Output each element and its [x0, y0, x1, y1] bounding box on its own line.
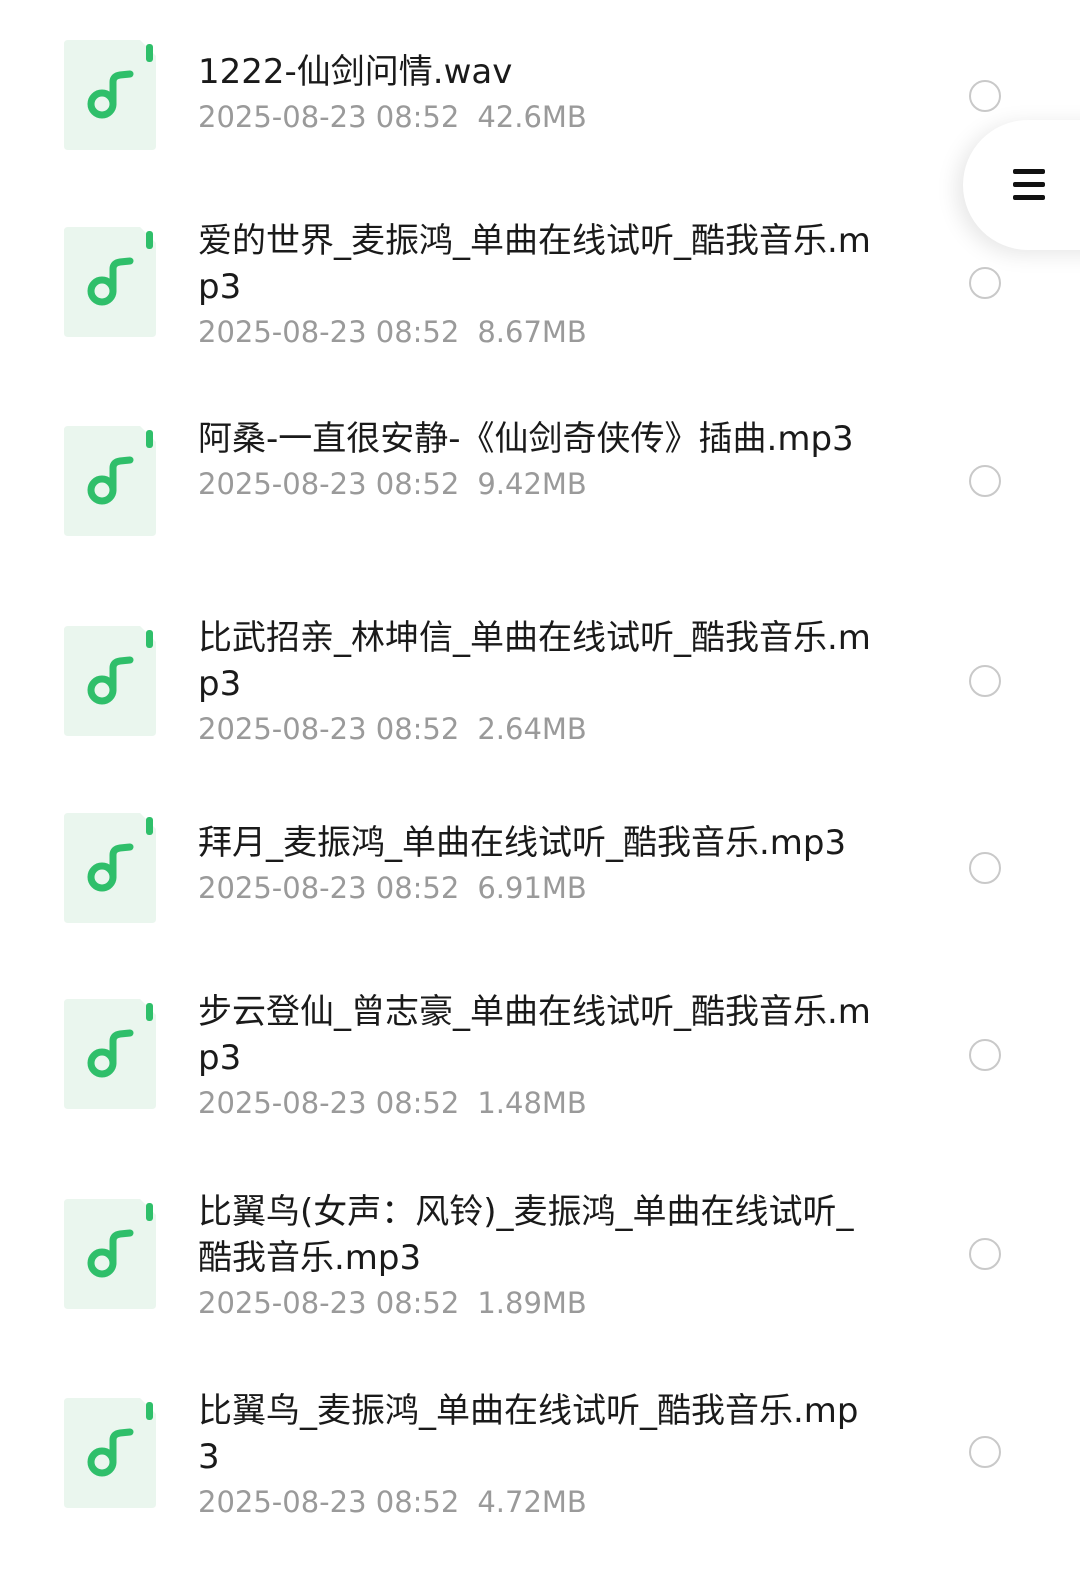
file-meta: 2025-08-23 08:52 4.72MB	[198, 1481, 878, 1523]
file-date: 2025-08-23 08:52	[198, 1086, 460, 1120]
list-item[interactable]: 步云登仙_曾志豪_单曲在线试听_酷我音乐.mp3 2025-08-23 08:5…	[0, 970, 1080, 1130]
file-text: 比武招亲_林坤信_单曲在线试听_酷我音乐.mp3 2025-08-23 08:5…	[198, 615, 878, 750]
music-note-icon	[64, 999, 156, 1109]
file-name: 拜月_麦振鸿_单曲在线试听_酷我音乐.mp3	[198, 823, 847, 863]
file-name: 比翼鸟_麦振鸿_单曲在线试听_酷我音乐.mp3	[198, 1391, 859, 1477]
list-item[interactable]: 比翼鸟_麦振鸿_单曲在线试听_酷我音乐.mp3 2025-08-23 08:52…	[0, 1370, 1080, 1530]
list-item[interactable]: 1222-仙剑问情.wav 2025-08-23 08:52 42.6MB	[0, 0, 1080, 160]
radio-unchecked-icon[interactable]	[969, 465, 1001, 497]
file-size: 8.67MB	[477, 315, 587, 349]
file-name: 比武招亲_林坤信_单曲在线试听_酷我音乐.mp3	[198, 618, 871, 704]
file-meta: 2025-08-23 08:52 1.48MB	[198, 1082, 878, 1124]
file-date: 2025-08-23 08:52	[198, 1485, 460, 1519]
file-date: 2025-08-23 08:52	[198, 467, 460, 501]
file-meta: 2025-08-23 08:52 9.42MB	[198, 463, 878, 505]
file-size: 1.89MB	[477, 1286, 587, 1320]
music-note-icon	[64, 227, 156, 337]
music-note-icon	[64, 40, 156, 150]
radio-unchecked-icon[interactable]	[969, 852, 1001, 884]
list-item[interactable]: 比武招亲_林坤信_单曲在线试听_酷我音乐.mp3 2025-08-23 08:5…	[0, 590, 1080, 750]
music-note-icon	[64, 426, 156, 536]
radio-unchecked-icon[interactable]	[969, 267, 1001, 299]
file-text: 比翼鸟_麦振鸿_单曲在线试听_酷我音乐.mp3 2025-08-23 08:52…	[198, 1388, 878, 1523]
music-note-icon	[64, 813, 156, 923]
menu-icon	[1013, 169, 1045, 201]
file-name: 1222-仙剑问情.wav	[198, 52, 513, 92]
list-item[interactable]: 阿桑-一直很安静-《仙剑奇侠传》插曲.mp3 2025-08-23 08:52 9…	[0, 390, 1080, 550]
file-meta: 2025-08-23 08:52 6.91MB	[198, 867, 878, 909]
list-item[interactable]: 比翼鸟(女声：风铃)_麦振鸿_单曲在线试听_酷我音乐.mp3 2025-08-2…	[0, 1170, 1080, 1330]
file-text: 拜月_麦振鸿_单曲在线试听_酷我音乐.mp3 2025-08-23 08:52 6…	[198, 820, 878, 909]
list-item[interactable]: 爱的世界_麦振鸿_单曲在线试听_酷我音乐.mp3 2025-08-23 08:5…	[0, 190, 1080, 350]
file-name: 阿桑-一直很安静-《仙剑奇侠传》插曲.mp3	[198, 419, 854, 459]
radio-unchecked-icon[interactable]	[969, 1436, 1001, 1468]
file-name: 爱的世界_麦振鸿_单曲在线试听_酷我音乐.mp3	[198, 221, 871, 307]
file-name: 步云登仙_曾志豪_单曲在线试听_酷我音乐.mp3	[198, 992, 871, 1078]
list-item[interactable]: 拜月_麦振鸿_单曲在线试听_酷我音乐.mp3 2025-08-23 08:52 6…	[0, 790, 1080, 950]
file-size: 1.48MB	[477, 1086, 587, 1120]
music-note-icon	[64, 626, 156, 736]
file-date: 2025-08-23 08:52	[198, 871, 460, 905]
file-text: 爱的世界_麦振鸿_单曲在线试听_酷我音乐.mp3 2025-08-23 08:5…	[198, 218, 878, 353]
file-text: 步云登仙_曾志豪_单曲在线试听_酷我音乐.mp3 2025-08-23 08:5…	[198, 989, 878, 1124]
file-name: 比翼鸟(女声：风铃)_麦振鸿_单曲在线试听_酷我音乐.mp3	[198, 1192, 854, 1278]
file-meta: 2025-08-23 08:52 42.6MB	[198, 96, 878, 138]
file-date: 2025-08-23 08:52	[198, 1286, 460, 1320]
file-date: 2025-08-23 08:52	[198, 315, 460, 349]
file-text: 1222-仙剑问情.wav 2025-08-23 08:52 42.6MB	[198, 49, 878, 138]
file-meta: 2025-08-23 08:52 1.89MB	[198, 1282, 878, 1324]
file-size: 2.64MB	[477, 712, 587, 746]
radio-unchecked-icon[interactable]	[969, 665, 1001, 697]
file-size: 42.6MB	[477, 100, 587, 134]
file-text: 比翼鸟(女声：风铃)_麦振鸿_单曲在线试听_酷我音乐.mp3 2025-08-2…	[198, 1189, 878, 1324]
music-note-icon	[64, 1398, 156, 1508]
file-size: 6.91MB	[477, 871, 587, 905]
file-date: 2025-08-23 08:52	[198, 712, 460, 746]
file-text: 阿桑-一直很安静-《仙剑奇侠传》插曲.mp3 2025-08-23 08:52 9…	[198, 416, 878, 505]
radio-unchecked-icon[interactable]	[969, 1039, 1001, 1071]
music-note-icon	[64, 1199, 156, 1309]
file-size: 4.72MB	[477, 1485, 587, 1519]
file-date: 2025-08-23 08:52	[198, 100, 460, 134]
file-meta: 2025-08-23 08:52 8.67MB	[198, 311, 878, 353]
file-list: 1222-仙剑问情.wav 2025-08-23 08:52 42.6MB 爱的世…	[0, 0, 1080, 1580]
radio-unchecked-icon[interactable]	[969, 1238, 1001, 1270]
file-size: 9.42MB	[477, 467, 587, 501]
radio-unchecked-icon[interactable]	[969, 80, 1001, 112]
file-meta: 2025-08-23 08:52 2.64MB	[198, 708, 878, 750]
